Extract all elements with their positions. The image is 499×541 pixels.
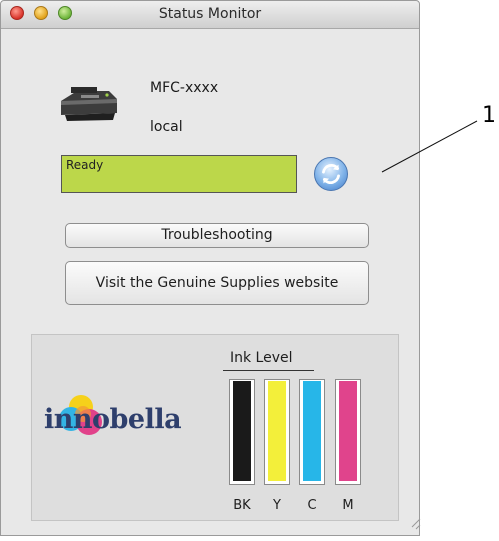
- ink-fill-c: [303, 381, 321, 481]
- ink-tank-y: [264, 379, 290, 485]
- supplies-website-button[interactable]: Visit the Genuine Supplies website: [65, 261, 369, 305]
- status-bar: Ready: [61, 155, 297, 193]
- printer-icon: [61, 87, 117, 121]
- callout-number: 1: [482, 103, 496, 128]
- ink-tank-m: [335, 379, 361, 485]
- title-bar: Status Monitor: [1, 1, 419, 29]
- ink-fill-y: [268, 381, 286, 481]
- ink-label-m: M: [342, 498, 354, 513]
- ink-level-underline: [223, 370, 314, 371]
- ink-tank-bk: [229, 379, 255, 485]
- ink-fill-m: [339, 381, 357, 481]
- ink-tank-c: [299, 379, 325, 485]
- ink-level-title: Ink Level: [230, 350, 293, 366]
- ink-label-c: C: [307, 498, 317, 513]
- refresh-icon: [322, 163, 340, 185]
- status-text: Ready: [66, 158, 104, 172]
- device-location: local: [150, 119, 183, 135]
- ink-label-bk: BK: [233, 498, 251, 513]
- refresh-button[interactable]: [314, 157, 348, 191]
- window-title: Status Monitor: [158, 6, 262, 22]
- brand-name: innobella: [44, 404, 182, 435]
- ink-fill-bk: [233, 381, 251, 481]
- ink-label-y: Y: [273, 498, 281, 513]
- troubleshooting-button[interactable]: Troubleshooting: [65, 223, 369, 248]
- device-model: MFC-xxxx: [150, 80, 219, 96]
